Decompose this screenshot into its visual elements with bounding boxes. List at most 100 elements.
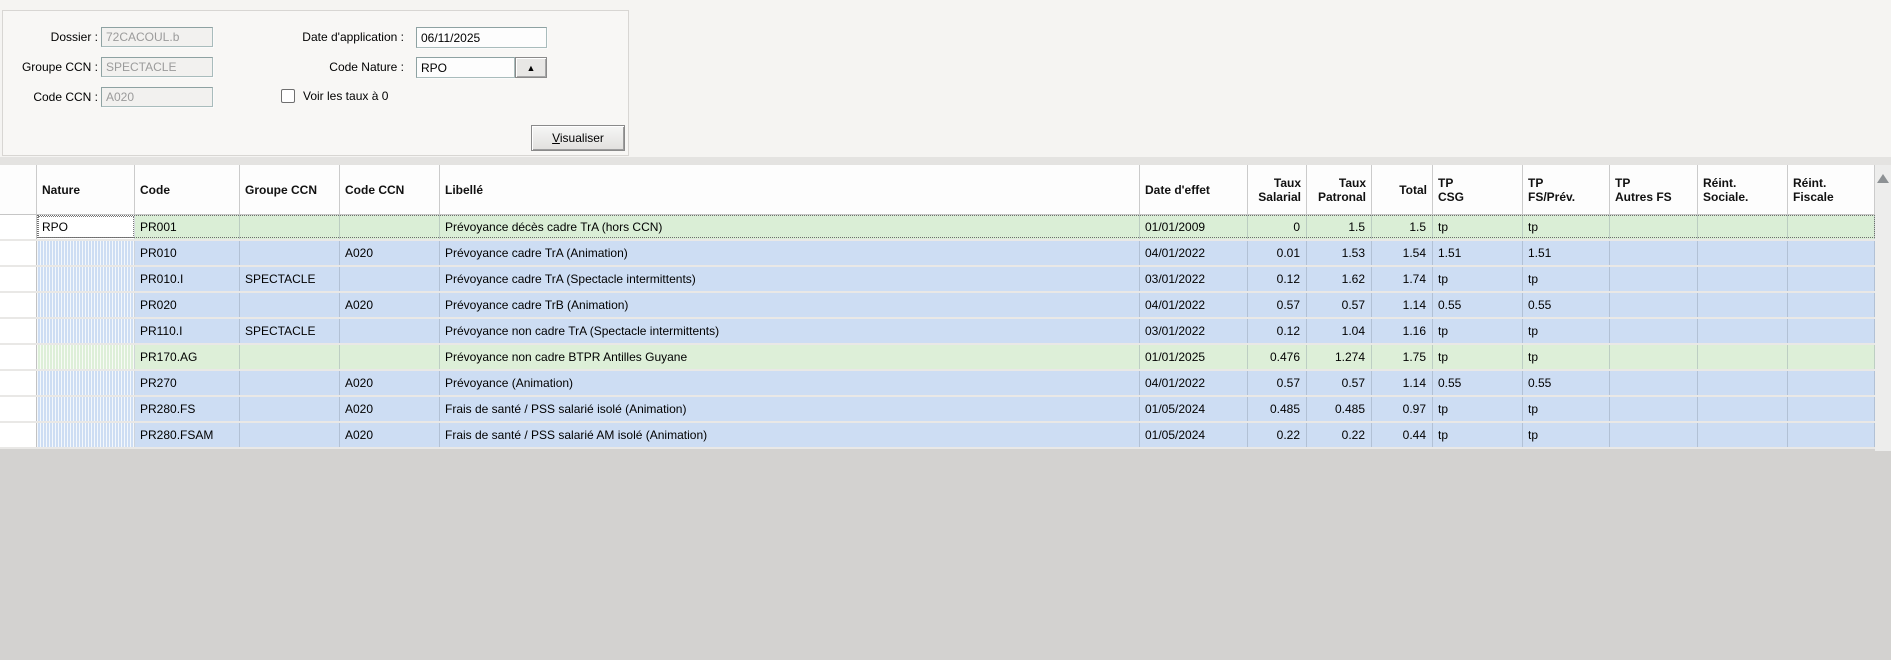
- cell-tp_csg[interactable]: tp: [1433, 319, 1523, 343]
- cell-reint_fiscale[interactable]: [1788, 345, 1875, 369]
- cell-tp_fs_prev[interactable]: 0.55: [1523, 371, 1610, 395]
- cell-date_effet[interactable]: 01/05/2024: [1140, 423, 1248, 447]
- cell-taux_salarial[interactable]: 0.12: [1248, 319, 1307, 343]
- cell-groupe_ccn[interactable]: [240, 397, 340, 421]
- cell-reint_fiscale[interactable]: [1788, 215, 1875, 239]
- cell-tp_csg[interactable]: 1.51: [1433, 241, 1523, 265]
- cell-tp_fs_prev[interactable]: tp: [1523, 267, 1610, 291]
- visualiser-button[interactable]: Visualiser: [531, 125, 625, 151]
- table-row-PR001[interactable]: RPO PR001 Prévoyance décès cadre TrA (hors…: [0, 215, 1875, 241]
- cell-nature[interactable]: [37, 345, 135, 369]
- cell-taux_patronal[interactable]: 0.57: [1307, 293, 1372, 317]
- cell-taux_salarial[interactable]: 0.22: [1248, 423, 1307, 447]
- cell-nature[interactable]: [37, 397, 135, 421]
- cell-taux_patronal[interactable]: 0.57: [1307, 371, 1372, 395]
- cell-total[interactable]: 1.74: [1372, 267, 1433, 291]
- cell-tp_csg[interactable]: tp: [1433, 423, 1523, 447]
- table-row-PR280.FS[interactable]: PR280.FS A020 Frais de santé / PSS salarié…: [0, 397, 1875, 423]
- cell-reint_sociale[interactable]: [1698, 267, 1788, 291]
- cell-libelle[interactable]: Prévoyance cadre TrA (Spectacle intermit…: [440, 267, 1140, 291]
- cell-tp_csg[interactable]: tp: [1433, 345, 1523, 369]
- cell-tp_csg[interactable]: tp: [1433, 397, 1523, 421]
- table-row-PR110.I[interactable]: PR110.I SPECTACLE Prévoyance non cadre TrA…: [0, 319, 1875, 345]
- cell-libelle[interactable]: Prévoyance (Animation): [440, 371, 1140, 395]
- cell-taux_salarial[interactable]: 0.12: [1248, 267, 1307, 291]
- cell-nature[interactable]: [37, 241, 135, 265]
- cell-reint_fiscale[interactable]: [1788, 423, 1875, 447]
- cell-libelle[interactable]: Frais de santé / PSS salarié AM isolé (A…: [440, 423, 1140, 447]
- cell-code_ccn[interactable]: [340, 345, 440, 369]
- cell-libelle[interactable]: Prévoyance cadre TrA (Animation): [440, 241, 1140, 265]
- cell-tp_autres_fs[interactable]: [1610, 397, 1698, 421]
- cell-code[interactable]: PR010: [135, 241, 240, 265]
- cell-tp_csg[interactable]: tp: [1433, 215, 1523, 239]
- cell-total[interactable]: 0.44: [1372, 423, 1433, 447]
- cell-code_ccn[interactable]: A020: [340, 293, 440, 317]
- cell-tp_autres_fs[interactable]: [1610, 215, 1698, 239]
- table-row-PR010[interactable]: PR010 A020 Prévoyance cadre TrA (Animation…: [0, 241, 1875, 267]
- cell-reint_fiscale[interactable]: [1788, 293, 1875, 317]
- cell-tp_fs_prev[interactable]: tp: [1523, 215, 1610, 239]
- cell-code_ccn[interactable]: A020: [340, 423, 440, 447]
- vertical-scrollbar[interactable]: [1875, 165, 1891, 451]
- cell-code[interactable]: PR010.I: [135, 267, 240, 291]
- cell-date_effet[interactable]: 01/01/2025: [1140, 345, 1248, 369]
- cell-groupe_ccn[interactable]: [240, 293, 340, 317]
- cell-tp_autres_fs[interactable]: [1610, 241, 1698, 265]
- cell-tp_csg[interactable]: 0.55: [1433, 293, 1523, 317]
- cell-total[interactable]: 1.16: [1372, 319, 1433, 343]
- cell-reint_sociale[interactable]: [1698, 345, 1788, 369]
- cell-taux_salarial[interactable]: 0.57: [1248, 293, 1307, 317]
- cell-taux_patronal[interactable]: 1.274: [1307, 345, 1372, 369]
- cell-taux_patronal[interactable]: 1.53: [1307, 241, 1372, 265]
- cell-groupe_ccn[interactable]: [240, 241, 340, 265]
- cell-date_effet[interactable]: 01/01/2009: [1140, 215, 1248, 239]
- cell-tp_csg[interactable]: tp: [1433, 267, 1523, 291]
- cell-code_ccn[interactable]: A020: [340, 397, 440, 421]
- cell-libelle[interactable]: Frais de santé / PSS salarié isolé (Anim…: [440, 397, 1140, 421]
- cell-code_ccn[interactable]: [340, 215, 440, 239]
- cell-total[interactable]: 1.75: [1372, 345, 1433, 369]
- cell-taux_salarial[interactable]: 0.57: [1248, 371, 1307, 395]
- cell-reint_fiscale[interactable]: [1788, 241, 1875, 265]
- code-nature-spin-button[interactable]: ▲: [515, 57, 547, 78]
- table-row-PR270[interactable]: PR270 A020 Prévoyance (Animation) 04/01/202…: [0, 371, 1875, 397]
- cell-tp_fs_prev[interactable]: tp: [1523, 319, 1610, 343]
- cell-tp_fs_prev[interactable]: tp: [1523, 397, 1610, 421]
- cell-tp_autres_fs[interactable]: [1610, 371, 1698, 395]
- cell-groupe_ccn[interactable]: [240, 371, 340, 395]
- cell-date_effet[interactable]: 03/01/2022: [1140, 267, 1248, 291]
- cell-reint_sociale[interactable]: [1698, 397, 1788, 421]
- cell-total[interactable]: 0.97: [1372, 397, 1433, 421]
- cell-tp_autres_fs[interactable]: [1610, 293, 1698, 317]
- cell-reint_fiscale[interactable]: [1788, 267, 1875, 291]
- cell-tp_fs_prev[interactable]: tp: [1523, 345, 1610, 369]
- voir-taux-checkbox[interactable]: [281, 89, 295, 103]
- cell-tp_autres_fs[interactable]: [1610, 345, 1698, 369]
- cell-reint_fiscale[interactable]: [1788, 371, 1875, 395]
- date-application-field[interactable]: [416, 27, 547, 48]
- cell-code[interactable]: PR110.I: [135, 319, 240, 343]
- cell-code_ccn[interactable]: A020: [340, 241, 440, 265]
- cell-date_effet[interactable]: 01/05/2024: [1140, 397, 1248, 421]
- cell-tp_fs_prev[interactable]: tp: [1523, 423, 1610, 447]
- cell-reint_sociale[interactable]: [1698, 371, 1788, 395]
- cell-taux_salarial[interactable]: 0.485: [1248, 397, 1307, 421]
- cell-taux_patronal[interactable]: 1.5: [1307, 215, 1372, 239]
- cell-code[interactable]: PR280.FSAM: [135, 423, 240, 447]
- cell-taux_patronal[interactable]: 0.22: [1307, 423, 1372, 447]
- cell-nature[interactable]: [37, 267, 135, 291]
- cell-taux_patronal[interactable]: 1.62: [1307, 267, 1372, 291]
- cell-taux_patronal[interactable]: 0.485: [1307, 397, 1372, 421]
- cell-libelle[interactable]: Prévoyance décès cadre TrA (hors CCN): [440, 215, 1140, 239]
- cell-tp_autres_fs[interactable]: [1610, 423, 1698, 447]
- cell-total[interactable]: 1.14: [1372, 293, 1433, 317]
- cell-groupe_ccn[interactable]: SPECTACLE: [240, 267, 340, 291]
- cell-reint_sociale[interactable]: [1698, 293, 1788, 317]
- cell-nature[interactable]: [37, 319, 135, 343]
- cell-code[interactable]: PR170.AG: [135, 345, 240, 369]
- code-nature-field[interactable]: [416, 57, 515, 78]
- cell-taux_salarial[interactable]: 0.01: [1248, 241, 1307, 265]
- cell-tp_autres_fs[interactable]: [1610, 267, 1698, 291]
- cell-taux_salarial[interactable]: 0: [1248, 215, 1307, 239]
